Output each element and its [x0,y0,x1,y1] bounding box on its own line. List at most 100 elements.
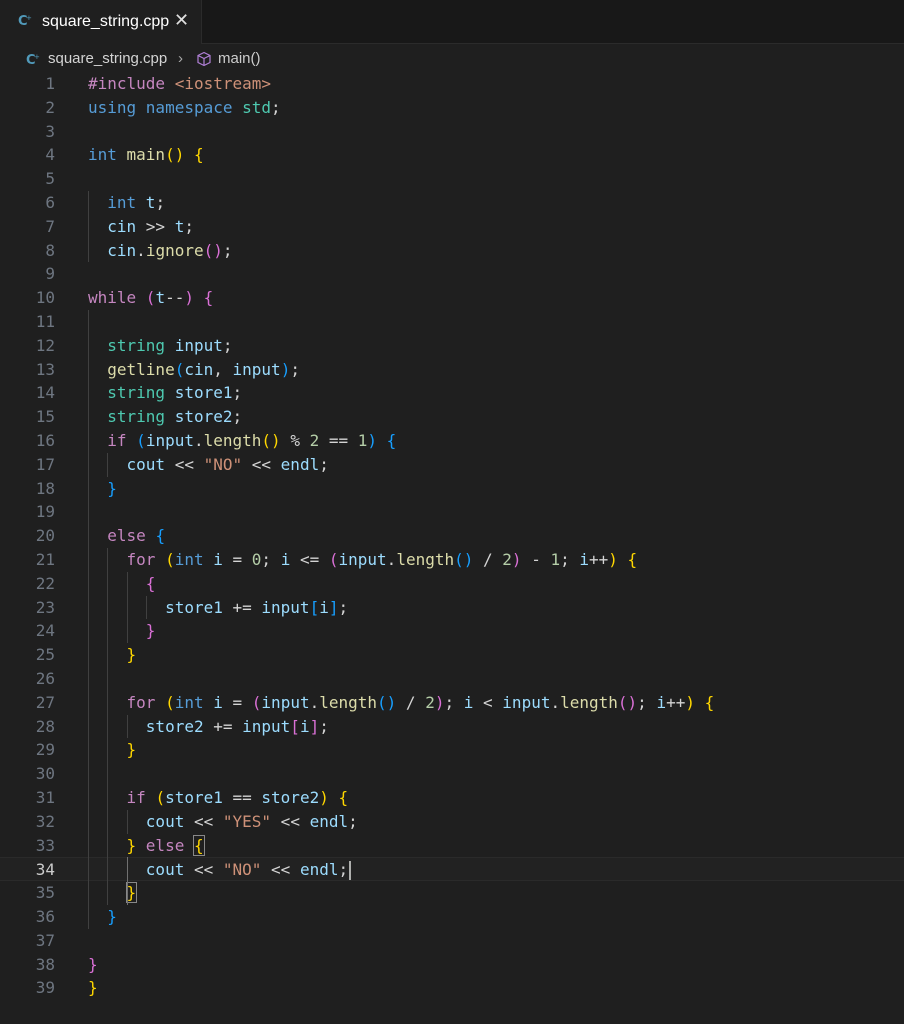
code-token: () [454,550,474,569]
code-line[interactable]: 26 [0,667,904,691]
code-line[interactable]: 39} [0,976,904,1000]
code-text: if (store1 == store2) { [88,786,349,810]
code-line[interactable]: 32 cout << "YES" << endl; [0,810,904,834]
code-line[interactable]: 23 store1 += input[i]; [0,596,904,620]
line-number: 20 [35,526,55,546]
line-number: 37 [35,930,55,950]
code-line[interactable]: 4 int main() { [0,143,904,167]
code-text: } else { [88,834,205,858]
code-token: ++ [589,550,609,569]
code-line[interactable]: 31 if (store1 == store2) { [0,786,904,810]
code-line[interactable]: 15 string store2; [0,405,904,429]
code-line[interactable]: 1 #include <iostream> [0,72,904,96]
code-line[interactable]: 38} [0,953,904,977]
line-number: 5 [45,169,55,189]
line-number: 4 [45,145,55,165]
code-token: ; [232,407,243,427]
code-line[interactable]: 20 else { [0,524,904,548]
code-token: ( [328,550,339,569]
code-line[interactable]: 33 } else { [0,834,904,858]
code-line[interactable]: 2 using namespace std; [0,96,904,120]
code-token: string [107,335,175,355]
code-line[interactable]: 9 [0,262,904,286]
code-token: i [656,692,667,712]
code-token: if [126,788,156,807]
code-line[interactable]: 36 } [0,905,904,929]
code-line[interactable]: 28 store2 += input[i]; [0,715,904,739]
line-number: 15 [35,407,55,427]
line-number: 23 [35,597,55,617]
code-token: else [145,835,194,855]
breadcrumb-function[interactable]: main() [218,50,261,67]
code-line[interactable]: 8 cin.ignore(); [0,239,904,263]
code-line[interactable]: 7 cin >> t; [0,215,904,239]
code-token: ] [309,716,320,736]
code-token: ; [338,860,349,880]
code-text: cout << "YES" << endl; [88,810,358,834]
code-line[interactable]: 37 [0,929,904,953]
code-line[interactable]: 6 int t; [0,191,904,215]
code-token: . [309,692,320,712]
code-token: ignore [145,240,204,260]
code-token: ; [348,811,358,831]
line-number: 13 [35,359,55,379]
code-line[interactable]: 11 [0,310,904,334]
code-token: ; [222,240,233,260]
breadcrumb-file[interactable]: square_string.cpp [48,50,167,67]
code-text: getline(cin, input); [88,358,300,382]
code-line[interactable]: 3 [0,120,904,144]
code-line[interactable]: 30 [0,762,904,786]
code-token: = [222,692,252,712]
code-token: 0 [251,550,262,569]
line-number: 38 [35,954,55,974]
tab-square-string-cpp[interactable]: C + square_string.cpp ✕ [0,0,202,44]
code-text: cin.ignore(); [88,239,233,263]
indent-guide [126,809,128,834]
line-number: 27 [35,692,55,712]
code-line[interactable]: 14 string store1; [0,381,904,405]
code-token: -- [165,288,185,308]
code-token: ( [165,550,175,569]
code-token: == [319,431,358,450]
line-number: 6 [45,193,55,212]
code-line[interactable]: 35 } [0,881,904,905]
code-token: input [261,692,310,712]
line-number: 2 [45,97,55,117]
code-token: 1 [550,550,561,569]
code-token: ; [444,692,464,712]
cpp-file-icon: C + [18,14,32,27]
code-editor[interactable]: 1 #include <iostream> 2 using namespace std… [0,72,904,1024]
code-line[interactable]: 34 cout << "NO" << endl; [0,857,904,882]
svg-text:+: + [34,53,40,61]
code-token: "NO" [203,454,243,474]
code-line[interactable]: 16 if (input.length() % 2 == 1) { [0,429,904,453]
code-line[interactable]: 10 while (t--) { [0,286,904,310]
code-line[interactable]: 25 } [0,643,904,667]
code-token: << [193,811,223,831]
code-line[interactable]: 5 [0,167,904,191]
code-token: store1 [165,788,223,807]
close-tab-icon[interactable]: ✕ [174,10,189,30]
code-token: ( [251,692,262,712]
code-text: } [88,881,138,905]
code-line[interactable]: 24 } [0,619,904,643]
code-line[interactable]: 21 for (int i = 0; i <= (input.length() … [0,548,904,572]
code-text: string store1; [88,381,242,405]
code-token: using [88,97,146,117]
code-line[interactable]: 13 getline(cin, input); [0,358,904,382]
code-line[interactable]: 12 string input; [0,334,904,358]
code-token: length [319,692,378,712]
code-token: ( [155,788,166,807]
code-line[interactable]: 17 cout << "NO" << endl; [0,453,904,477]
code-line[interactable]: 27 for (int i = (input.length() / 2); i … [0,691,904,715]
code-token: == [222,788,262,807]
code-line[interactable]: 19 [0,500,904,524]
code-text: string input; [88,334,232,358]
code-line[interactable]: 22 { [0,572,904,596]
code-token: for [126,550,166,569]
line-number: 8 [45,240,55,260]
code-line[interactable]: 18 } [0,477,904,501]
code-token: length [560,692,618,712]
code-token: . [386,550,397,569]
code-line[interactable]: 29 } [0,738,904,762]
